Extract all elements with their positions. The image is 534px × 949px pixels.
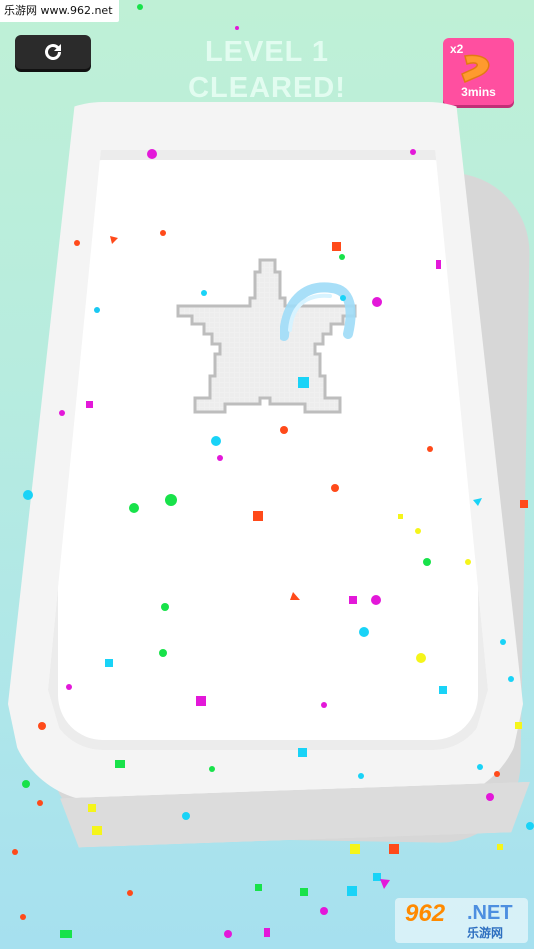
site-watermark: 乐游网 www.962.net — [0, 0, 119, 22]
sanding-tool-icon[interactable] — [280, 278, 360, 348]
watermark-domain: .NET — [467, 902, 513, 924]
magnet-icon — [461, 54, 490, 83]
watermark-subtitle: 乐游网 — [467, 926, 504, 940]
bonus-duration: 3mins — [461, 85, 496, 99]
watermark-number: 962 — [405, 900, 446, 927]
brand-watermark: 962 .NET 乐游网 — [395, 898, 528, 943]
tray-surface[interactable] — [48, 150, 488, 750]
bonus-time-button[interactable]: x2 3mins — [443, 38, 514, 105]
